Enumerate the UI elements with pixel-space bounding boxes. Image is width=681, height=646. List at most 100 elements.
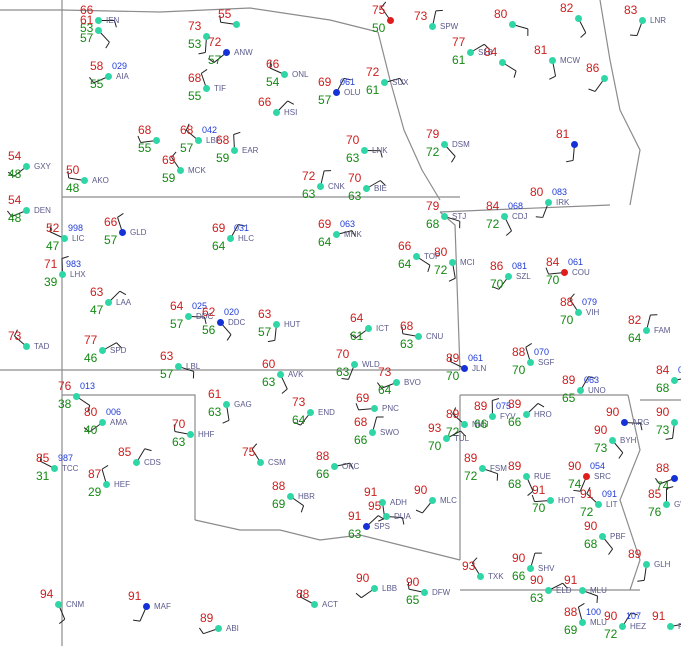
temperature-value: 95 (368, 499, 382, 513)
sky-cover-icon (429, 23, 436, 30)
station-plot: 81 (556, 127, 600, 163)
dewpoint-value: 61 (350, 329, 364, 343)
sky-cover-icon (99, 347, 106, 354)
sky-cover-icon (311, 601, 318, 608)
station-plot: 66 54 ONL (266, 58, 310, 92)
sky-cover-icon (203, 85, 210, 92)
temperature-value: 89 (200, 611, 214, 625)
station-id-label: SRC (594, 472, 611, 481)
temperature-value: 68 (188, 71, 202, 85)
station-plot: 70 63 BIE (348, 172, 392, 206)
sky-cover-icon (467, 49, 474, 56)
sky-cover-icon (185, 313, 192, 320)
station-plot: 89 70 061 JLN (446, 352, 490, 386)
station-id-label: STJ (452, 212, 467, 221)
temperature-value: 81 (556, 127, 570, 141)
dewpoint-value: 54 (266, 75, 280, 89)
temperature-value: 73 (414, 9, 428, 23)
station-id-label: UNO (588, 386, 606, 395)
station-plot: 79 72 DSM (426, 128, 470, 163)
station-id-label: SGF (538, 358, 555, 367)
sky-cover-icon (371, 585, 378, 592)
sky-cover-icon (59, 271, 66, 278)
station-id-label: SUX (392, 78, 409, 87)
station-plot: 70 63 HHF (172, 418, 216, 452)
sky-cover-icon (381, 79, 388, 86)
station-plot: 68 55 TIF (188, 68, 232, 106)
pressure-value: 061 (468, 353, 484, 363)
temperature-value: 52 (46, 221, 60, 235)
station-id-label: FSM (490, 464, 507, 473)
pressure-value: 091 (602, 489, 618, 499)
station-plot: 80 (494, 8, 538, 42)
station-id-label: GLH (654, 560, 671, 569)
station-id-label: HHF (198, 430, 215, 439)
station-id-label: AKO (92, 176, 109, 185)
temperature-value: 84 (546, 255, 560, 269)
temperature-value: 73 (292, 395, 306, 409)
sky-cover-icon (223, 401, 230, 408)
station-plot: 90 LBB (355, 572, 400, 606)
dewpoint-value: 72 (604, 627, 618, 641)
temperature-value: 93 (462, 559, 476, 573)
station-id-label: CDJ (512, 212, 528, 221)
temperature-value: 91 (564, 573, 578, 587)
station-id-label: ANW (234, 48, 253, 57)
temperature-value: 83 (624, 3, 638, 17)
station-id-label: MAF (154, 602, 171, 611)
station-plot: 88 70 079 VIH (560, 293, 604, 330)
sky-cover-icon (449, 259, 456, 266)
station-id-label: HSI (284, 108, 298, 117)
station-plot: 63 57 HUT (258, 308, 302, 343)
station-plot: 63 57 LBL (160, 350, 204, 384)
dewpoint-value: 57 (180, 141, 194, 155)
station-id-label: ACT (322, 600, 338, 609)
dewpoint-value: 66 (354, 433, 368, 447)
sky-cover-icon (277, 371, 284, 378)
sky-cover-icon (545, 587, 552, 594)
dewpoint-value: 72 (464, 469, 478, 483)
temperature-value: 85 (648, 487, 662, 501)
temperature-value: 73 (8, 329, 22, 343)
station-id-label: GLD (130, 228, 147, 237)
dewpoint-value: 29 (88, 485, 102, 499)
temperature-value: 80 (530, 185, 544, 199)
pressure-value: 107 (626, 611, 642, 621)
sky-cover-icon (195, 137, 202, 144)
temperature-value: 89 (446, 351, 460, 365)
sky-cover-icon (61, 235, 68, 242)
sky-cover-icon (441, 213, 448, 220)
station-plot: 61 57 (80, 14, 124, 49)
sky-cover-icon (619, 623, 626, 630)
dewpoint-value: 66 (512, 569, 526, 583)
sky-cover-icon (365, 325, 372, 332)
sky-cover-icon (119, 229, 126, 236)
temperature-value: 63 (160, 349, 174, 363)
sky-cover-icon (307, 409, 314, 416)
sky-cover-icon (99, 419, 106, 426)
dewpoint-value: 68 (656, 381, 670, 395)
pressure-value: 987 (58, 453, 74, 463)
temperature-value: 88 (272, 479, 286, 493)
station-plot: 77 46 SPD (84, 334, 128, 368)
temperature-value: 72 (366, 65, 380, 79)
station-plot: 89 66 HRO (508, 398, 552, 432)
temperature-value: 90 (512, 551, 526, 565)
dewpoint-value: 64 (212, 239, 226, 253)
sky-cover-icon (643, 327, 650, 334)
station-plot: 85 CDS (118, 446, 162, 480)
sky-cover-icon (575, 15, 582, 22)
dewpoint-value: 61 (366, 83, 380, 97)
station-plot: 91 MLU (564, 574, 608, 608)
station-plot: 85 76 GWO (648, 486, 681, 522)
sky-cover-icon (639, 17, 646, 24)
temperature-value: 91 (364, 485, 378, 499)
sky-cover-icon (413, 253, 420, 260)
station-plot: 60 63 AVK (262, 358, 306, 394)
sky-cover-icon (549, 57, 556, 64)
dewpoint-value: 66 (316, 467, 330, 481)
temperature-value: 50 (66, 163, 80, 177)
station-plot: 88 66 OKC (316, 450, 360, 484)
station-plot: 88 69 HBR (272, 480, 316, 514)
station-id-label: DDC (228, 318, 246, 327)
